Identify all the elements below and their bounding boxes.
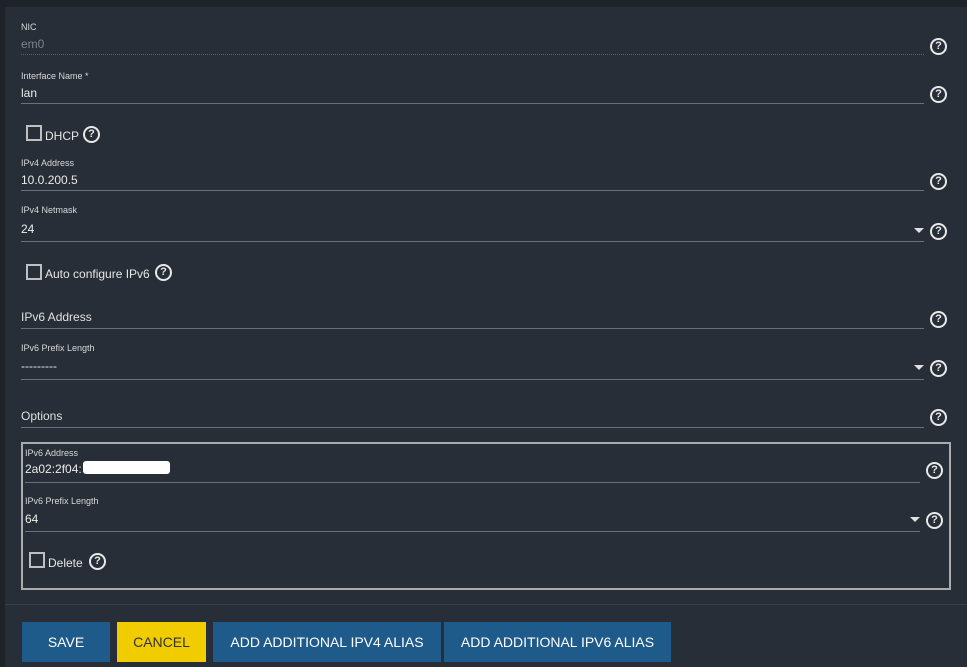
alias-ipv6-address-field[interactable]: IPv6 Address 2a02:2f04: — [25, 448, 920, 483]
underline — [21, 190, 924, 191]
chevron-down-icon — [910, 517, 920, 522]
ipv6-prefix-help-icon[interactable]: ? — [930, 360, 947, 377]
options-help-icon[interactable]: ? — [930, 409, 947, 426]
auto-ipv6-label: Auto configure IPv6 — [45, 267, 150, 281]
ipv4-netmask-help-icon[interactable]: ? — [930, 223, 947, 240]
ipv4-address-help-icon[interactable]: ? — [930, 173, 947, 190]
alias-ipv6-address-label: IPv6 Address — [25, 448, 79, 458]
ipv6-address-help-icon[interactable]: ? — [930, 311, 947, 328]
dhcp-label: DHCP — [45, 129, 80, 143]
ipv4-address-field[interactable]: IPv4 Address 10.0.200.5 — [21, 158, 924, 192]
alias-ipv6-address-input[interactable]: 2a02:2f04: — [25, 462, 82, 476]
nic-value: em0 — [21, 37, 45, 51]
underline — [21, 103, 924, 104]
ipv6-address-placeholder[interactable]: IPv6 Address — [21, 310, 92, 324]
auto-ipv6-checkbox[interactable] — [26, 264, 42, 280]
chevron-down-icon — [914, 228, 924, 233]
nic-underline — [21, 54, 924, 55]
ipv6-prefix-select[interactable]: IPv6 Prefix Length --------- — [21, 343, 924, 381]
underline — [25, 531, 920, 532]
interface-name-input[interactable]: lan — [21, 86, 37, 100]
add-ipv4-alias-button[interactable]: ADD ADDITIONAL IPV4 ALIAS — [213, 622, 441, 662]
underline — [25, 482, 920, 483]
nic-help-icon[interactable]: ? — [930, 38, 947, 55]
nic-label: NIC — [21, 22, 37, 32]
options-placeholder[interactable]: Options — [21, 409, 62, 423]
auto-ipv6-help-icon[interactable]: ? — [155, 264, 172, 281]
ipv4-address-input[interactable]: 10.0.200.5 — [21, 173, 78, 187]
ipv6-address-field[interactable]: IPv6 Address — [21, 303, 924, 329]
interface-name-label: Interface Name * — [21, 71, 89, 81]
underline — [21, 379, 924, 380]
ipv4-netmask-value: 24 — [21, 222, 35, 236]
nic-field: NIC em0 — [21, 22, 924, 55]
alias-ipv6-prefix-select[interactable]: IPv6 Prefix Length 64 — [25, 496, 920, 532]
dhcp-help-icon[interactable]: ? — [83, 126, 100, 143]
interface-name-help-icon[interactable]: ? — [930, 86, 947, 103]
ipv4-netmask-select[interactable]: IPv4 Netmask 24 — [21, 205, 924, 243]
alias-ipv6-prefix-label: IPv6 Prefix Length — [25, 496, 99, 506]
interface-form-panel: NIC em0 ? Interface Name * lan ? DHCP ? … — [5, 7, 967, 667]
alias-ipv6-address-help-icon[interactable]: ? — [926, 462, 943, 479]
alias-delete-label: Delete — [48, 556, 83, 570]
redaction — [83, 461, 170, 474]
interface-name-field[interactable]: Interface Name * lan — [21, 71, 924, 105]
ipv6-prefix-value: --------- — [21, 359, 57, 373]
ipv4-netmask-label: IPv4 Netmask — [21, 205, 78, 215]
alias-ipv6-prefix-value: 64 — [25, 512, 39, 526]
options-field[interactable]: Options — [21, 402, 924, 428]
cancel-button[interactable]: CANCEL — [117, 622, 206, 662]
save-button[interactable]: SAVE — [22, 622, 110, 662]
ipv6-prefix-label: IPv6 Prefix Length — [21, 343, 95, 353]
underline — [21, 427, 924, 428]
alias-delete-checkbox[interactable] — [29, 552, 45, 568]
ipv4-address-label: IPv4 Address — [21, 158, 75, 168]
ipv6-alias-group: IPv6 Address 2a02:2f04: ? IPv6 Prefix Le… — [21, 442, 951, 590]
add-ipv6-alias-button[interactable]: ADD ADDITIONAL IPV6 ALIAS — [444, 622, 671, 662]
underline — [21, 241, 924, 242]
form-divider — [5, 604, 967, 605]
underline — [21, 328, 924, 329]
dhcp-checkbox[interactable] — [26, 125, 42, 141]
alias-delete-help-icon[interactable]: ? — [89, 553, 106, 570]
alias-ipv6-prefix-help-icon[interactable]: ? — [926, 512, 943, 529]
chevron-down-icon — [914, 365, 924, 370]
